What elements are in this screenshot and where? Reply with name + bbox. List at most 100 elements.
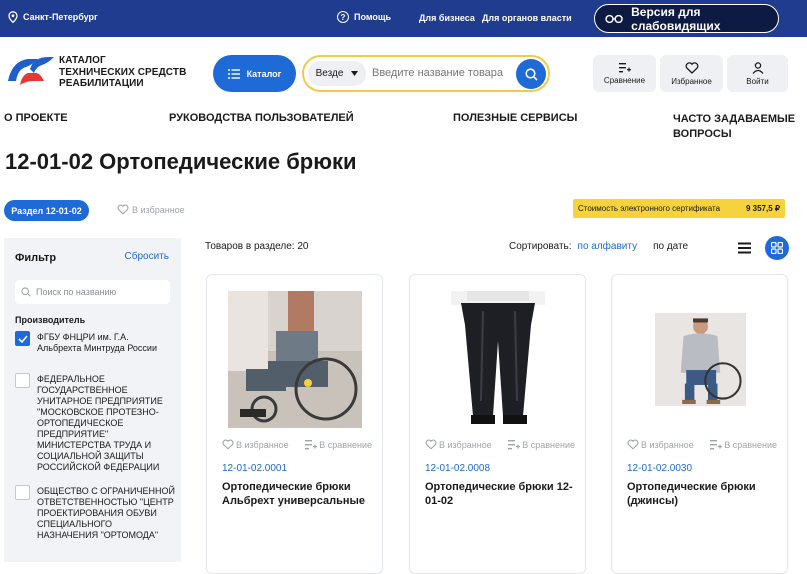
product-card[interactable]: В избранное В сравнение 12-01-02.0008 Ор… bbox=[409, 274, 586, 574]
compare-label: Сравнение bbox=[603, 76, 646, 85]
card-compare-label: В сравнение bbox=[522, 439, 575, 450]
logo-line: ТЕХНИЧЕСКИХ СРЕДСТВ bbox=[59, 66, 187, 78]
filter-title: Фильтр bbox=[15, 252, 57, 264]
card-compare-button[interactable]: В сравнение bbox=[710, 439, 777, 450]
menu-list-icon bbox=[227, 68, 240, 79]
card-favorite-label: В избранное bbox=[236, 439, 289, 450]
catalog-button[interactable]: Каталог bbox=[213, 55, 296, 92]
product-photo[interactable] bbox=[228, 291, 362, 428]
filter-panel: Фильтр Сбросить Поиск по названию Произв… bbox=[4, 238, 181, 562]
sort-by-date[interactable]: по дате bbox=[653, 241, 688, 252]
compare-icon bbox=[618, 63, 631, 73]
nav-services[interactable]: ПОЛЕЗНЫЕ СЕРВИСЫ bbox=[453, 112, 577, 124]
checkbox[interactable] bbox=[15, 373, 30, 388]
search-button[interactable] bbox=[516, 59, 546, 89]
list-view-button[interactable] bbox=[738, 241, 751, 259]
filter-search-input[interactable]: Поиск по названию bbox=[15, 280, 170, 304]
card-compare-label: В сравнение bbox=[724, 439, 777, 450]
search-input[interactable] bbox=[372, 67, 514, 79]
product-photo[interactable] bbox=[655, 291, 746, 428]
city-label: Санкт-Петербург bbox=[23, 12, 98, 22]
glasses-icon bbox=[605, 14, 623, 23]
sfr-logo-icon[interactable] bbox=[4, 51, 56, 95]
logo-line: РЕАБИЛИТАЦИИ bbox=[59, 78, 144, 89]
checkmark-icon bbox=[17, 334, 28, 343]
nav-faq[interactable]: ЧАСТО ЗАДАВАЕМЫЕ ВОПРОСЫ bbox=[673, 112, 795, 142]
manufacturer-option[interactable]: ФГБУ ФНЦРИ им. Г.А. Альбрехта Минтруда Р… bbox=[15, 331, 175, 354]
grid-view-button[interactable] bbox=[765, 236, 789, 260]
product-count: Товаров в разделе: 20 bbox=[205, 241, 309, 252]
search-bar: Везде bbox=[302, 55, 550, 92]
search-scope-select[interactable]: Везде bbox=[308, 61, 366, 86]
nav-faq-line: ВОПРОСЫ bbox=[673, 128, 732, 140]
city-selector[interactable]: Санкт-Петербург bbox=[8, 11, 98, 23]
top-bar: Санкт-Петербург ? Помощь Для бизнеса Для… bbox=[0, 0, 807, 37]
product-name[interactable]: Ортопедические брюки (джинсы) bbox=[627, 480, 777, 508]
header: КАТАЛОГ ТЕХНИЧЕСКИХ СРЕДСТВ РЕАБИЛИТАЦИИ… bbox=[0, 37, 807, 109]
product-code[interactable]: 12-01-02.0030 bbox=[627, 463, 692, 474]
manufacturer-option[interactable]: ФЕДЕРАЛЬНОЕ ГОСУДАРСТВЕННОЕ УНИТАРНОЕ ПР… bbox=[15, 373, 175, 473]
card-actions: В избранное В сравнение bbox=[222, 439, 372, 450]
sort-alphabetical[interactable]: по алфавиту bbox=[578, 241, 638, 252]
product-card[interactable]: В избранное В сравнение 12-01-02.0001 Ор… bbox=[206, 274, 383, 574]
favorites-button[interactable]: Избранное bbox=[660, 55, 723, 92]
product-name[interactable]: Ортопедические брюки Альбрехт универсаль… bbox=[222, 480, 372, 508]
card-compare-button[interactable]: В сравнение bbox=[508, 439, 575, 450]
manufacturer-option-label: ОБЩЕСТВО С ОГРАНИЧЕННОЙ ОТВЕТСТВЕННОСТЬЮ… bbox=[37, 486, 175, 540]
filter-search-placeholder: Поиск по названию bbox=[36, 287, 117, 297]
nav-about[interactable]: О ПРОЕКТЕ bbox=[4, 112, 68, 124]
compare-icon bbox=[305, 440, 318, 450]
section-chip[interactable]: Раздел 12-01-02 bbox=[4, 200, 89, 221]
card-favorite-button[interactable]: В избранное bbox=[425, 439, 492, 450]
manufacturer-option-label: ФГБУ ФНЦРИ им. Г.А. Альбрехта Минтруда Р… bbox=[37, 332, 157, 353]
business-link[interactable]: Для бизнеса bbox=[419, 13, 475, 23]
add-section-favorite[interactable]: В избранное bbox=[117, 204, 185, 215]
product-photo[interactable] bbox=[431, 291, 565, 428]
accessibility-button[interactable]: Версия для слабовидящих bbox=[594, 4, 779, 33]
favorites-label: Избранное bbox=[671, 76, 712, 86]
login-label: Войти bbox=[746, 76, 769, 86]
heart-icon bbox=[685, 61, 698, 74]
certificate-badge: Стоимость электронного сертификата 9 357… bbox=[573, 199, 785, 218]
search-scope-value: Везде bbox=[315, 68, 344, 79]
catalog-button-label: Каталог bbox=[246, 68, 282, 79]
manufacturer-option-label: ФЕДЕРАЛЬНОЕ ГОСУДАРСТВЕННОЕ УНИТАРНОЕ ПР… bbox=[37, 374, 163, 472]
product-code[interactable]: 12-01-02.0008 bbox=[425, 463, 490, 474]
product-code[interactable]: 12-01-02.0001 bbox=[222, 463, 287, 474]
heart-outline-icon bbox=[627, 439, 639, 450]
card-compare-button[interactable]: В сравнение bbox=[305, 439, 372, 450]
help-link[interactable]: ? Помощь bbox=[337, 11, 391, 23]
main-nav: О ПРОЕКТЕ РУКОВОДСТВА ПОЛЬЗОВАТЕЛЕЙ ПОЛЕ… bbox=[0, 110, 807, 150]
checkbox-checked[interactable] bbox=[15, 331, 30, 346]
compare-button[interactable]: Сравнение bbox=[593, 55, 656, 92]
location-pin-icon bbox=[8, 11, 18, 23]
manufacturer-heading: Производитель bbox=[15, 315, 86, 325]
page-title: 12-01-02 Ортопедические брюки bbox=[5, 149, 357, 174]
help-icon: ? bbox=[337, 11, 349, 23]
nav-guides[interactable]: РУКОВОДСТВА ПОЛЬЗОВАТЕЛЕЙ bbox=[169, 112, 354, 124]
search-icon bbox=[524, 67, 538, 81]
login-button[interactable]: Войти bbox=[727, 55, 788, 92]
heart-outline-icon bbox=[425, 439, 437, 450]
logo-text: КАТАЛОГ ТЕХНИЧЕСКИХ СРЕДСТВ РЕАБИЛИТАЦИИ bbox=[59, 55, 186, 90]
product-card[interactable]: В избранное В сравнение 12-01-02.0030 Ор… bbox=[611, 274, 788, 574]
compare-icon bbox=[710, 440, 723, 450]
card-favorite-button[interactable]: В избранное bbox=[627, 439, 694, 450]
filter-reset-button[interactable]: Сбросить bbox=[125, 251, 169, 262]
heart-outline-icon bbox=[222, 439, 234, 450]
grid-view-icon bbox=[771, 242, 783, 254]
add-favorite-label: В избранное bbox=[132, 204, 185, 215]
help-label: Помощь bbox=[354, 12, 392, 22]
compare-icon bbox=[508, 440, 521, 450]
checkbox[interactable] bbox=[15, 485, 30, 500]
user-icon bbox=[752, 61, 763, 74]
card-actions: В избранное В сравнение bbox=[425, 439, 575, 450]
list-view-icon bbox=[738, 242, 751, 254]
caret-down-icon bbox=[351, 71, 359, 76]
authorities-link[interactable]: Для органов власти bbox=[482, 13, 572, 23]
manufacturer-option[interactable]: ОБЩЕСТВО С ОГРАНИЧЕННОЙ ОТВЕТСТВЕННОСТЬЮ… bbox=[15, 485, 175, 541]
card-favorite-button[interactable]: В избранное bbox=[222, 439, 289, 450]
card-favorite-label: В избранное bbox=[439, 439, 492, 450]
product-name[interactable]: Ортопедические брюки 12-01-02 bbox=[425, 480, 575, 508]
nav-faq-line: ЧАСТО ЗАДАВАЕМЫЕ bbox=[673, 113, 796, 125]
